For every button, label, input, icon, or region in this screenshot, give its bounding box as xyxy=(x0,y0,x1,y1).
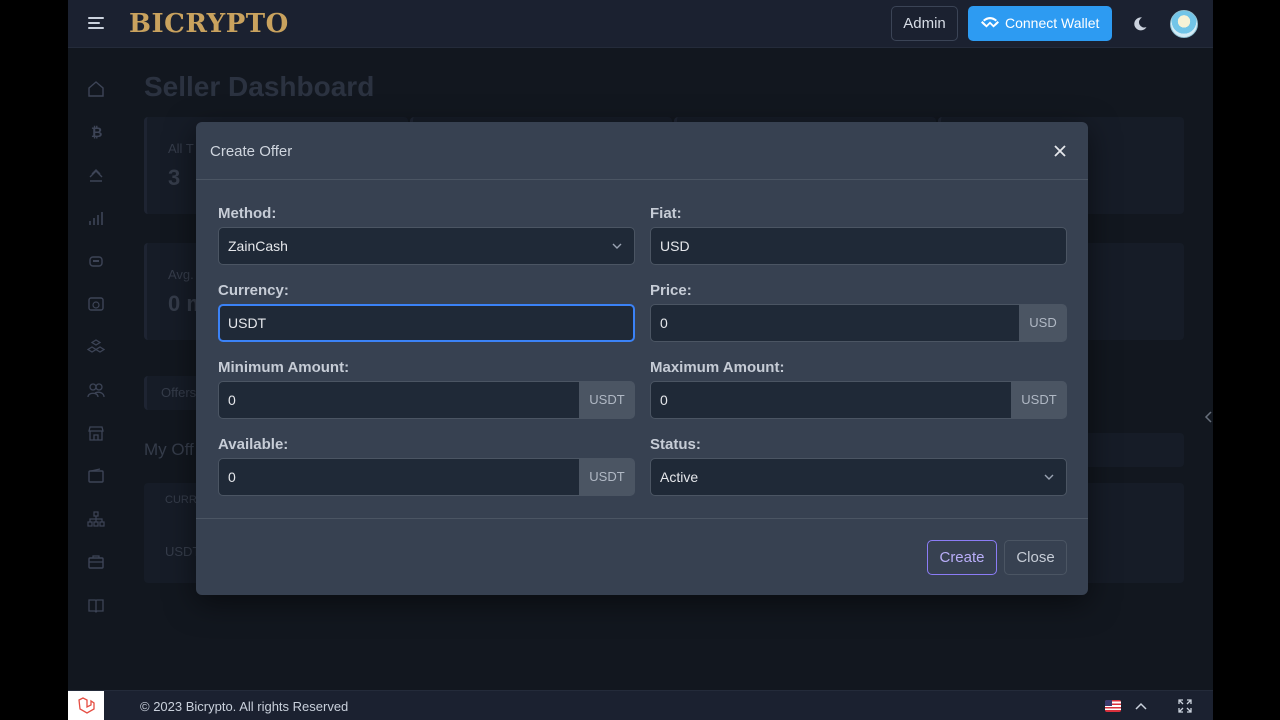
currency-label: Currency: xyxy=(218,282,289,299)
method-select[interactable]: ZainCash xyxy=(218,227,635,265)
copyright-text: © 2023 Bicrypto. All rights Reserved xyxy=(140,699,349,714)
close-button[interactable]: Close xyxy=(1004,540,1067,575)
available-input[interactable]: 0 xyxy=(218,458,580,496)
status-select[interactable]: Active xyxy=(650,458,1067,496)
currency-value: USDT xyxy=(228,315,267,331)
connect-wallet-button[interactable]: Connect Wallet xyxy=(968,6,1112,41)
chevron-down-icon xyxy=(612,243,622,249)
max-amount-input[interactable]: 0 xyxy=(650,381,1012,419)
min-amount-value: 0 xyxy=(228,392,236,408)
max-amount-label: Maximum Amount: xyxy=(650,359,785,376)
create-button[interactable]: Create xyxy=(927,540,997,575)
admin-button[interactable]: Admin xyxy=(891,6,958,41)
min-amount-unit-addon: USDT xyxy=(579,381,635,419)
fiat-value: USD xyxy=(660,238,690,254)
available-unit-addon: USDT xyxy=(579,458,635,496)
max-amount-unit-addon: USDT xyxy=(1011,381,1067,419)
price-value: 0 xyxy=(660,315,668,331)
method-value: ZainCash xyxy=(228,238,288,254)
fiat-label: Fiat: xyxy=(650,205,682,222)
create-offer-modal: Create Offer Method: ZainCash Fiat: USD … xyxy=(196,122,1088,595)
user-avatar[interactable] xyxy=(1170,10,1198,38)
menu-icon[interactable] xyxy=(88,15,104,31)
chevron-up-icon[interactable] xyxy=(1135,701,1147,711)
modal-header: Create Offer xyxy=(196,122,1088,180)
laravel-badge[interactable] xyxy=(68,691,104,720)
status-label: Status: xyxy=(650,436,701,453)
modal-title: Create Offer xyxy=(210,143,293,160)
connect-wallet-label: Connect Wallet xyxy=(1005,15,1100,31)
max-amount-value: 0 xyxy=(660,392,668,408)
fiat-input[interactable]: USD xyxy=(650,227,1067,265)
price-unit-addon: USD xyxy=(1019,304,1067,342)
available-value: 0 xyxy=(228,469,236,485)
dark-mode-moon-icon[interactable] xyxy=(1132,16,1148,32)
app-frame: BICRYPTO Admin Connect Wallet ₿ Seller D… xyxy=(68,0,1213,720)
modal-footer-divider xyxy=(196,518,1088,519)
available-label: Available: xyxy=(218,436,289,453)
walletconnect-icon xyxy=(981,17,999,28)
currency-input[interactable]: USDT xyxy=(218,304,635,342)
method-label: Method: xyxy=(218,205,277,222)
us-flag-icon[interactable] xyxy=(1105,700,1121,712)
status-value: Active xyxy=(660,469,699,485)
price-label: Price: xyxy=(650,282,692,299)
min-amount-input[interactable]: 0 xyxy=(218,381,580,419)
chevron-down-icon xyxy=(1044,474,1054,480)
fullscreen-icon[interactable] xyxy=(1178,699,1192,713)
laravel-icon xyxy=(78,697,95,714)
close-icon[interactable] xyxy=(1052,143,1068,159)
brand-logo[interactable]: BICRYPTO xyxy=(129,9,289,39)
min-amount-label: Minimum Amount: xyxy=(218,359,350,376)
price-input[interactable]: 0 xyxy=(650,304,1020,342)
footer: © 2023 Bicrypto. All rights Reserved xyxy=(68,690,1213,720)
top-navbar: BICRYPTO Admin Connect Wallet xyxy=(68,0,1213,48)
